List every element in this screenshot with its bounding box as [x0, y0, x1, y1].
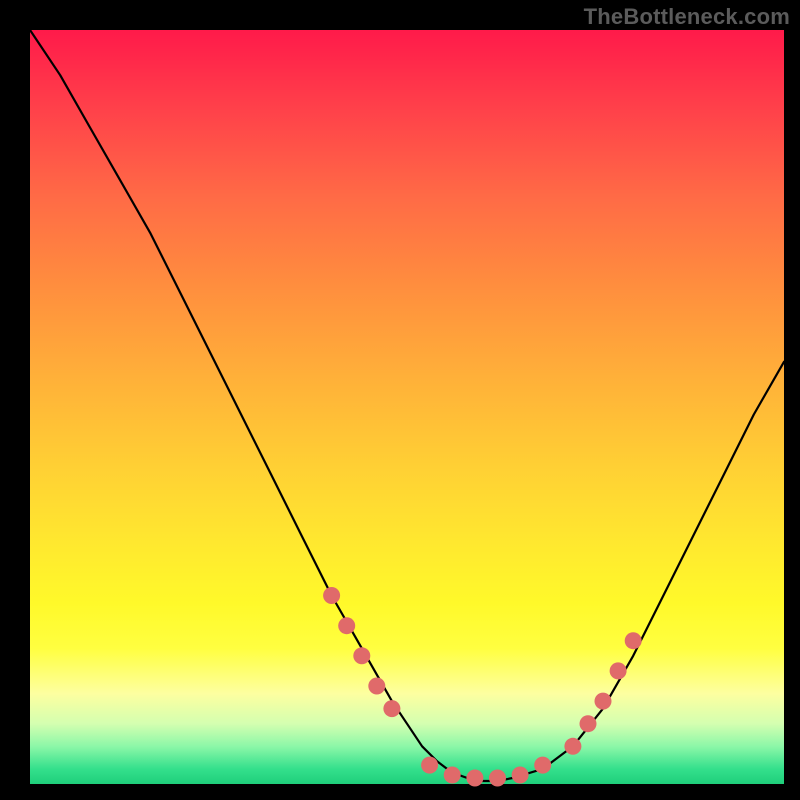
highlight-dot: [595, 693, 612, 710]
highlight-dot: [421, 757, 438, 774]
highlight-dot: [444, 767, 461, 784]
bottleneck-curve: [30, 30, 784, 781]
highlight-dot: [383, 700, 400, 717]
highlight-dot: [338, 617, 355, 634]
chart-stage: TheBottleneck.com: [0, 0, 800, 800]
plot-area: [30, 30, 784, 784]
highlight-dot: [353, 647, 370, 664]
highlight-dot: [466, 770, 483, 787]
plot-svg: [30, 30, 784, 784]
watermark-text: TheBottleneck.com: [584, 4, 790, 30]
highlight-dots-group: [323, 587, 642, 787]
highlight-dot: [368, 678, 385, 695]
highlight-dot: [323, 587, 340, 604]
highlight-dot: [610, 662, 627, 679]
highlight-dot: [489, 770, 506, 787]
highlight-dot: [512, 767, 529, 784]
highlight-dot: [564, 738, 581, 755]
highlight-dot: [625, 632, 642, 649]
highlight-dot: [534, 757, 551, 774]
highlight-dot: [580, 715, 597, 732]
